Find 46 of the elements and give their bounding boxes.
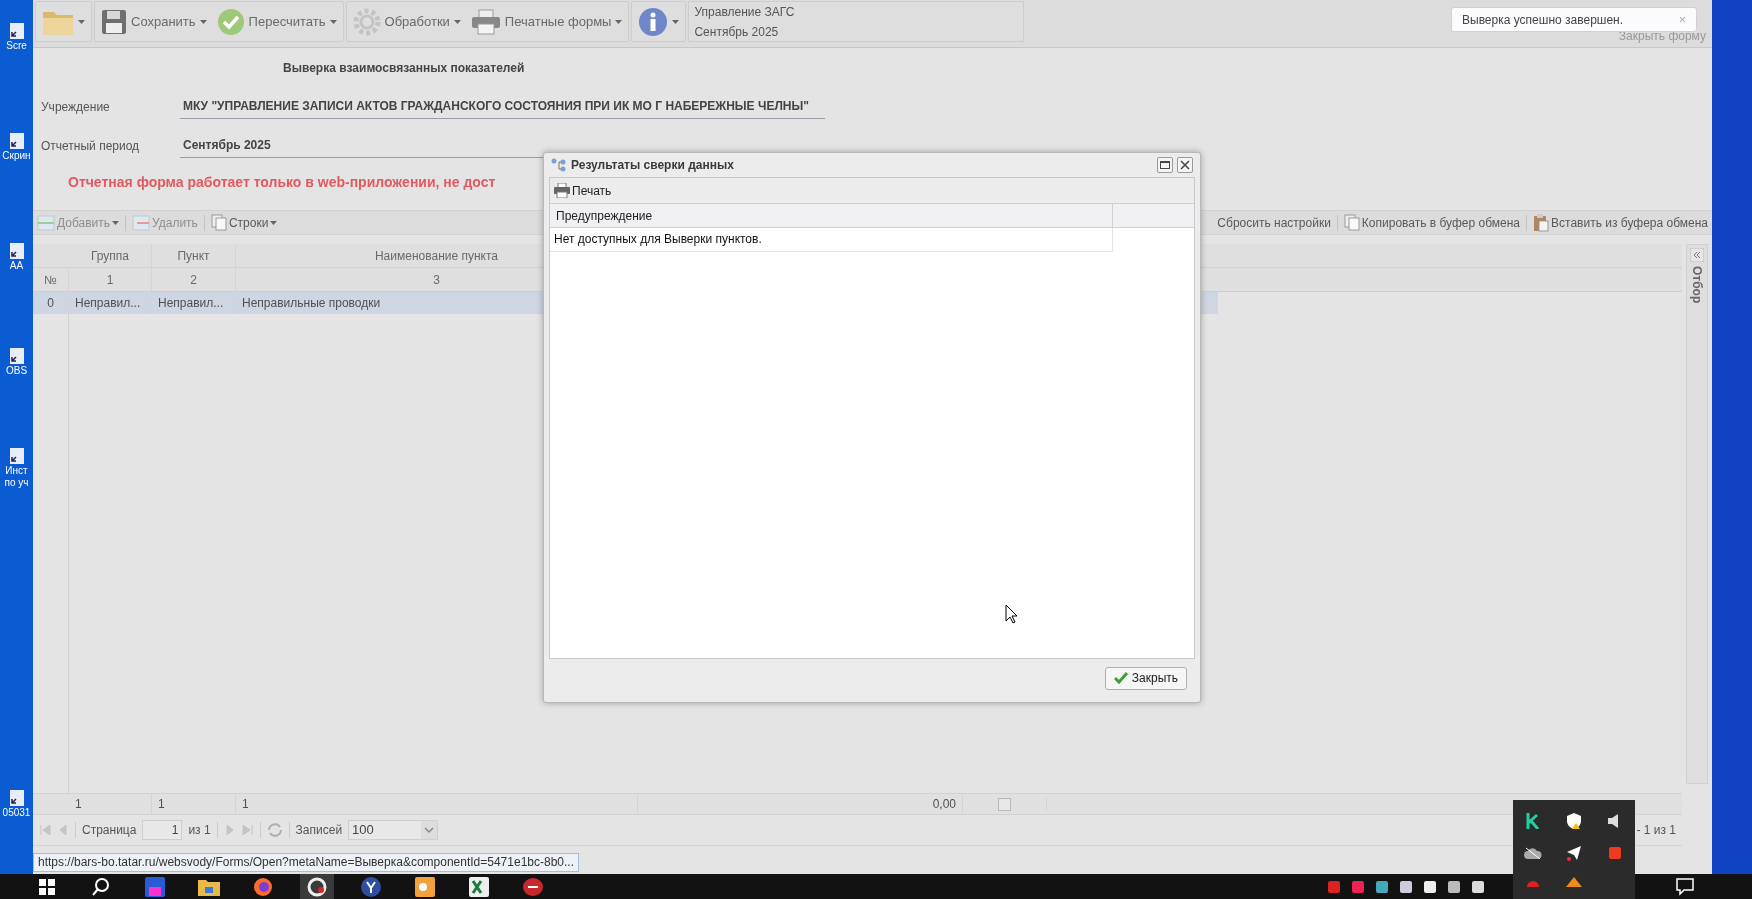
pager-label: Записей bbox=[295, 822, 343, 839]
filter-panel[interactable]: Отбор bbox=[1686, 244, 1708, 784]
field-value: МКУ "УПРАВЛЕНИЕ ЗАПИСИ АКТОВ ГРАЖДАНСКОГО СОСТОЯНИЯ ПРИ ИК МО Г НАБЕРЕЖНЫЕ ЧЕЛНЫ" bbox=[180, 97, 825, 119]
column-header: Пункт bbox=[152, 243, 236, 268]
table-cell: Неправил... bbox=[69, 292, 152, 314]
desktop-icon-label[interactable]: OBS bbox=[5, 365, 28, 377]
column-header: Группа bbox=[69, 243, 152, 268]
page-field[interactable]: 1 bbox=[142, 820, 183, 840]
summary-cell: 1 bbox=[152, 793, 236, 815]
pager-label: Страница bbox=[82, 822, 137, 839]
desktop-icon-label[interactable]: Скрин bbox=[2, 150, 31, 162]
toolbar-button[interactable]: Вставить из буфера обмена bbox=[1533, 213, 1708, 232]
column-number: 1 bbox=[69, 267, 152, 292]
gear-button[interactable]: Обработки bbox=[350, 7, 463, 36]
dialog-title: Результаты сверки данных bbox=[571, 157, 735, 174]
field-label: Учреждение bbox=[41, 99, 111, 116]
check-button[interactable]: Пересчитать bbox=[214, 7, 339, 36]
context-text: Управление ЗАГС bbox=[694, 3, 796, 21]
warning-text: Отчетная форма работает только в web-приложении, не дост bbox=[68, 173, 496, 192]
column-header: Предупреждение bbox=[550, 204, 1113, 227]
column-number: 2 bbox=[152, 267, 236, 292]
pager-info: - 1 из 1 bbox=[1636, 822, 1676, 839]
toolbar-button[interactable]: Строки bbox=[210, 213, 278, 232]
desktop-icon-label[interactable]: Инст по уч bbox=[4, 465, 29, 489]
desktop-icon-label[interactable]: Scre bbox=[6, 40, 27, 52]
print-button[interactable]: Печать bbox=[554, 181, 612, 200]
toolbar-button[interactable]: Сбросить настройки bbox=[1217, 213, 1331, 232]
pager-label: из 1 bbox=[188, 822, 211, 839]
desktop-icon-label[interactable]: 05031 bbox=[2, 807, 31, 819]
save-button[interactable]: Сохранить bbox=[99, 8, 209, 35]
records-dropdown[interactable]: 100 bbox=[348, 820, 439, 840]
table-cell: Неправил... bbox=[152, 292, 236, 314]
summary-cell: 0,00 bbox=[805, 793, 963, 815]
field-label: Отчетный период bbox=[41, 138, 141, 155]
status-url: https://bars-bo.tatar.ru/websvody/Forms/Open?metaName=Выверка&componentId=5471e1bc-8b0... bbox=[33, 853, 579, 872]
toolbar-button[interactable]: Копировать в буфер обмена bbox=[1343, 213, 1521, 232]
desktop-icon-label[interactable]: АА bbox=[9, 260, 24, 272]
summary-cell: 1 bbox=[236, 793, 638, 815]
column-number: № bbox=[33, 267, 69, 292]
table-cell: 0 bbox=[33, 292, 69, 314]
close-dialog-button[interactable]: Закрыть bbox=[1104, 666, 1187, 690]
context-text: Сентябрь 2025 bbox=[694, 23, 780, 41]
form-title: Выверка взаимосвязанных показателей bbox=[283, 60, 526, 77]
printer-button[interactable]: Печатные формы bbox=[468, 8, 625, 35]
summary-cell: 1 bbox=[69, 793, 152, 815]
notification-text: Выверка успешно завершен. bbox=[1462, 11, 1625, 29]
